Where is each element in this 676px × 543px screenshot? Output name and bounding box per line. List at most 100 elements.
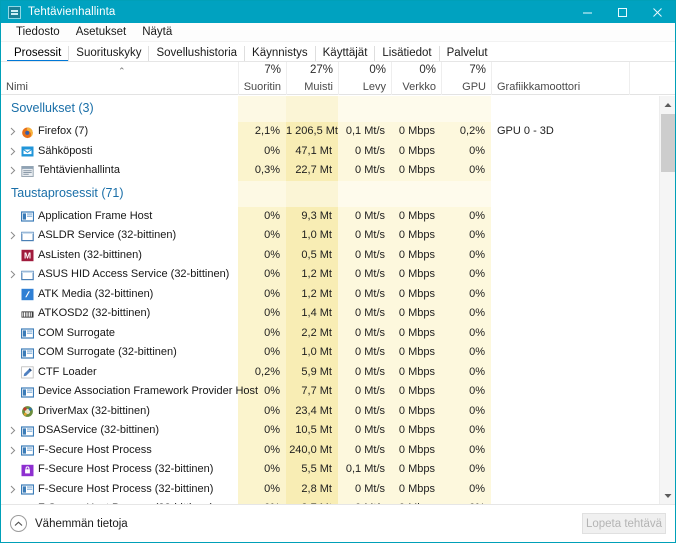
fewer-details-button[interactable]: Vähemmän tietoja <box>10 515 128 532</box>
sort-ascending-icon: ⌃ <box>118 66 126 76</box>
process-name: DriverMax (32-bittinen) <box>38 404 150 417</box>
expand-chevron-icon[interactable] <box>10 166 18 175</box>
tab-details[interactable]: Lisätiedot <box>374 46 438 62</box>
cell-engine <box>491 382 629 402</box>
cell-net: 0 Mbps <box>398 307 435 319</box>
heat-cell-disk <box>338 96 391 122</box>
column-header-cpu-label: Suoritin <box>243 81 281 93</box>
expand-chevron-icon[interactable] <box>10 270 18 279</box>
cell-net: 0 Mbps <box>398 385 435 397</box>
column-header-memory-label: Muisti <box>304 81 333 93</box>
svg-text:M: M <box>24 250 31 260</box>
cell-engine <box>491 246 629 266</box>
tab-users[interactable]: Käyttäjät <box>314 46 375 62</box>
expand-chevron-icon[interactable] <box>10 147 18 156</box>
expand-chevron-icon[interactable] <box>10 127 18 136</box>
cell-disk: 0 Mt/s <box>355 385 385 397</box>
cell-disk: 0 Mt/s <box>355 268 385 280</box>
menu-item-options[interactable]: Asetukset <box>69 25 134 39</box>
cell-cpu: 0% <box>264 229 280 241</box>
tab-performance[interactable]: Suorituskyky <box>68 46 148 62</box>
process-row[interactable]: Firefox (7) 2,1% 1 206,5 Mt 0,1 Mt/s 0 Mbps 0… <box>1 122 659 142</box>
process-group-header[interactable]: Sovellukset (3) <box>1 96 659 122</box>
process-row[interactable]: COM Surrogate 0% 2,2 Mt 0 Mt/s 0 Mbps 0% <box>1 323 659 343</box>
cell-disk: 0 Mt/s <box>355 248 385 261</box>
process-row[interactable]: DriverMax (32-bittinen) 0% 23,4 Mt 0 Mt/s 0 … <box>1 401 659 421</box>
cell-gpu: 0% <box>469 463 485 475</box>
process-row[interactable]: ASLDR Service (32-bittinen) 0% 1,0 Mt 0 Mt/… <box>1 226 659 246</box>
end-task-button[interactable]: Lopeta tehtävä <box>582 513 666 534</box>
process-row[interactable]: ASUS HID Access Service (32-bittinen) 0% 1… <box>1 265 659 285</box>
tab-app-history[interactable]: Sovellushistoria <box>148 46 244 62</box>
menu-item-view[interactable]: Näytä <box>135 25 179 39</box>
process-row[interactable]: DSAService (32-bittinen) 0% 10,5 Mt 0 Mt/s 0… <box>1 421 659 441</box>
cell-memory: 1,2 Mt <box>301 287 332 300</box>
process-row[interactable]: CTF Loader 0,2% 5,9 Mt 0 Mt/s 0 Mbps 0% <box>1 362 659 382</box>
process-name: Sähköposti <box>38 144 93 157</box>
cell-cpu: 0% <box>264 404 280 417</box>
column-header-name[interactable]: Nimi ⌃ <box>1 62 238 95</box>
process-row[interactable]: F-Secure Host Process (32-bittinen) 0% 5,5… <box>1 460 659 480</box>
tab-startup[interactable]: Käynnistys <box>244 46 315 62</box>
scroll-down-button[interactable] <box>660 487 675 504</box>
process-row[interactable]: Application Frame Host 0% 9,3 Mt 0 Mt/s 0 Mb… <box>1 206 659 226</box>
scroll-up-button[interactable] <box>660 96 675 113</box>
fewer-details-label: Vähemmän tietoja <box>35 517 128 530</box>
expand-chevron-icon[interactable] <box>10 426 18 435</box>
vertical-scrollbar[interactable] <box>659 96 675 504</box>
aslisten-icon: M <box>21 249 34 262</box>
heat-cell-cpu <box>238 180 286 207</box>
menu-item-file[interactable]: Tiedosto <box>9 25 67 39</box>
heat-cell-net <box>391 180 441 207</box>
process-list[interactable]: Sovellukset (3) Firefox (7) 2,1% 1 206,5 Mt… <box>1 96 659 504</box>
process-row[interactable]: Tehtävienhallinta 0,3% 22,7 Mt 0 Mt/s 0 Mbps… <box>1 161 659 181</box>
cell-cpu: 0% <box>264 209 280 222</box>
window-frame-icon <box>20 327 35 340</box>
expand-chevron-icon[interactable] <box>10 446 18 455</box>
process-row[interactable]: F-Secure Host Process (32-bittinen) 0% 2,8… <box>1 479 659 499</box>
title-bar[interactable]: Tehtävienhallinta <box>1 1 675 23</box>
tab-processes[interactable]: Prosessit <box>7 46 69 62</box>
minimize-button[interactable] <box>570 1 605 23</box>
heat-cell-memory <box>286 180 338 207</box>
cell-memory: 22,7 Mt <box>295 164 332 176</box>
process-row[interactable]: Device Association Framework Provider Ho… <box>1 382 659 402</box>
process-row[interactable]: M AsListen (32-bittinen) 0% 0,5 Mt 0 Mt/s 0 M… <box>1 245 659 266</box>
process-row[interactable]: COM Surrogate (32-bittinen) 0% 1,0 Mt 0 Mt/… <box>1 343 659 363</box>
process-row[interactable]: ATK Media (32-bittinen) 0% 1,2 Mt 0 Mt/s 0 M… <box>1 284 659 305</box>
column-header-spacer[interactable] <box>629 62 661 95</box>
cell-engine <box>491 285 629 305</box>
expand-chevron-icon[interactable] <box>10 485 18 494</box>
expand-chevron-icon[interactable] <box>10 231 18 240</box>
column-header-gpu-engine[interactable]: Grafiikkamoottori <box>491 62 629 95</box>
close-button[interactable] <box>640 1 675 23</box>
atkosd-icon <box>21 308 34 321</box>
process-name: AsListen (32-bittinen) <box>38 248 142 261</box>
column-header-cpu[interactable]: 7% Suoritin <box>238 62 286 95</box>
process-name: DSAService (32-bittinen) <box>38 424 160 436</box>
cell-gpu: 0% <box>469 404 485 417</box>
column-header-cpu-percent: 7% <box>264 64 281 76</box>
cell-memory: 0,5 Mt <box>301 248 332 261</box>
column-header-disk[interactable]: 0% Levy <box>338 62 391 95</box>
cell-cpu: 0% <box>264 287 280 300</box>
process-row[interactable]: F-Secure Host Process 0% 240,0 Mt 0 Mt/s 0 M… <box>1 440 659 460</box>
column-header-gpu[interactable]: 7% GPU <box>441 62 491 95</box>
cell-net: 0 Mbps <box>398 229 435 241</box>
process-row[interactable]: Sähköposti 0% 47,1 Mt 0 Mt/s 0 Mbps 0% <box>1 141 659 161</box>
cell-disk: 0 Mt/s <box>355 164 385 176</box>
cell-cpu: 0% <box>264 307 280 319</box>
heat-cell-memory <box>286 96 338 122</box>
column-header-memory[interactable]: 27% Muisti <box>286 62 338 95</box>
column-header-network[interactable]: 0% Verkko <box>391 62 441 95</box>
process-group-header[interactable]: Taustaprosessit (71) <box>1 180 659 207</box>
tab-services[interactable]: Palvelut <box>438 46 495 62</box>
cell-net: 0 Mbps <box>398 404 435 417</box>
grid-header: Nimi ⌃ 7% Suoritin 27% Muisti 0% Levy 0%… <box>1 62 675 95</box>
scrollbar-thumb[interactable] <box>661 114 675 172</box>
ctf-loader-icon <box>21 366 34 379</box>
process-name: Device Association Framework Provider Ho… <box>38 385 259 397</box>
process-row[interactable]: ATKOSD2 (32-bittinen) 0% 1,4 Mt 0 Mt/s 0 Mbp… <box>1 304 659 324</box>
maximize-button[interactable] <box>605 1 640 23</box>
cell-disk: 0 Mt/s <box>355 326 385 339</box>
